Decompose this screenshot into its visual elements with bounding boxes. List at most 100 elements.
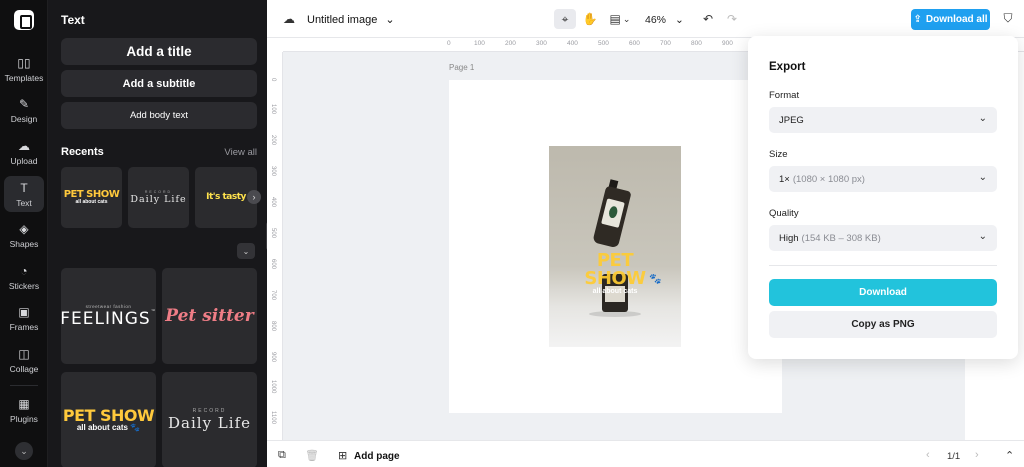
select-tool-icon[interactable]: ⌖ [554, 9, 576, 29]
rail-item-templates[interactable]: ▯▯ Templates [0, 56, 48, 94]
redo-icon[interactable]: ↷ [721, 9, 743, 29]
recent-its-tasty-title: It's tasty [206, 192, 246, 202]
editor-app: ▯▯ Templates ✎ Design ☁ Upload T Text ◈ … [0, 0, 1024, 467]
collapse-pages-icon[interactable]: ⌃ [1005, 449, 1014, 462]
prev-page-icon[interactable]: ‹ [926, 449, 930, 461]
zoom-control[interactable]: 46% ⌄ [645, 14, 684, 26]
ruler-left: 0 100 200 300 400 500 600 700 800 900 10… [267, 52, 283, 440]
copy-as-png-button[interactable]: Copy as PNG [769, 311, 997, 338]
rail-item-plugins[interactable]: ▦ Plugins [0, 397, 48, 435]
rail-item-text[interactable]: T Text [4, 176, 44, 212]
download-all-button[interactable]: ⇪ Download all [911, 9, 990, 30]
export-divider [769, 265, 997, 266]
rail-item-frames[interactable]: ▣ Frames [0, 305, 48, 343]
chevron-down-icon: ⌄ [978, 231, 987, 242]
ruler-tick: 600 [270, 259, 276, 270]
ruler-tick: 400 [270, 197, 276, 208]
size-select[interactable]: 1× (1080 × 1080 px) ⌄ [769, 166, 997, 192]
recent-pet-show-sub: all about cats [75, 198, 108, 205]
template-pet-show[interactable]: PET SHOW all about cats 🐾 [61, 372, 156, 467]
ruler-tick: 700 [270, 290, 276, 301]
rail-item-stickers[interactable]: ◔ Stickers [0, 264, 48, 302]
rail-label-collage: Collage [9, 364, 39, 374]
view-all-link[interactable]: View all [224, 147, 257, 158]
top-bar: ☁ Untitled image ⌄ ⌖ ✋ ▤ ⌄ 46% ⌄ ↶ ↷ ⇪ Dow… [267, 0, 1024, 38]
size-detail: (1080 × 1080 px) [792, 173, 865, 185]
template-pet-show-sub: all about cats 🐾 [77, 422, 141, 433]
size-value: 1× [779, 173, 790, 185]
page-counter: 1/1 [947, 451, 961, 462]
rail-label-plugins: Plugins [10, 414, 38, 424]
download-all-label: Download all [925, 14, 988, 25]
format-select[interactable]: JPEG ⌄ [769, 107, 997, 133]
app-logo[interactable] [14, 10, 34, 30]
bottle-label [601, 198, 625, 228]
ruler-tick: 300 [270, 166, 276, 177]
stickers-icon: ◔ [20, 264, 28, 278]
undo-icon[interactable]: ↶ [697, 9, 719, 29]
rail-item-collage[interactable]: ◫ Collage [0, 347, 48, 385]
paw-icon: 🐾 [130, 422, 141, 432]
shield-icon[interactable]: ⛉ [1000, 11, 1016, 27]
document-title[interactable]: Untitled image ⌄ [307, 13, 395, 26]
hand-tool-icon[interactable]: ✋ [579, 9, 601, 29]
add-page-button[interactable]: Add page [354, 451, 400, 462]
cloud-save-icon[interactable]: ☁ [278, 9, 300, 29]
ruler-tick: 700 [660, 40, 671, 47]
layout-menu-button[interactable]: ▤ ⌄ [605, 9, 635, 29]
next-page-icon[interactable]: › [975, 449, 979, 461]
chevron-down-icon: ⌄ [622, 13, 631, 24]
chevron-down-icon: ⌄ [385, 14, 395, 26]
quality-select[interactable]: High (154 KB – 308 KB) ⌄ [769, 225, 997, 251]
recents-next-arrow[interactable]: › [247, 190, 261, 204]
add-body-text-button[interactable]: Add body text [61, 102, 257, 129]
text-icon: T [20, 181, 28, 195]
template-feelings-tm: ™ [150, 308, 156, 315]
document-title-text: Untitled image [307, 14, 378, 26]
template-pet-sitter[interactable]: Pet sitter [162, 268, 257, 364]
ruler-tick: 500 [270, 228, 276, 239]
rail-expand-button[interactable]: ⌄ [15, 442, 33, 460]
template-feelings[interactable]: streetwear fashion FEELINGS™ [61, 268, 156, 364]
ruler-tick: 600 [629, 40, 640, 47]
recent-daily-life[interactable]: RECORD Daily Life [128, 167, 189, 228]
text-panel: Text Add a title Add a subtitle Add body… [48, 0, 267, 467]
ruler-tick: 400 [567, 40, 578, 47]
rail-label-design: Design [10, 114, 38, 124]
add-subtitle-button[interactable]: Add a subtitle [61, 70, 257, 97]
template-pet-show-title: PET SHOW [62, 405, 155, 425]
download-button[interactable]: Download [769, 279, 997, 306]
rail-item-design[interactable]: ✎ Design [0, 97, 48, 135]
rail-item-shapes[interactable]: ◈ Shapes [0, 222, 48, 260]
ruler-tick: 500 [598, 40, 609, 47]
size-label: Size [769, 149, 788, 160]
ruler-corner [267, 38, 283, 52]
chevron-down-icon: ⌄ [674, 14, 684, 26]
add-page-icon[interactable]: ⊞ [338, 449, 347, 462]
plugins-icon: ▦ [18, 397, 30, 411]
upload-icon: ⇪ [913, 14, 922, 25]
design-title: PET SHOW [584, 250, 646, 289]
recent-pet-show[interactable]: PET SHOW all about cats [61, 167, 122, 228]
layers-icon[interactable]: ⧉ [278, 449, 286, 462]
template-daily-life[interactable]: RECORD Daily Life [162, 372, 257, 467]
bottle [592, 185, 632, 249]
collapse-chevron-button[interactable]: ⌄ [237, 243, 255, 259]
quality-value: High [779, 232, 799, 244]
ruler-tick: 800 [691, 40, 702, 47]
ruler-tick: 200 [505, 40, 516, 47]
rail-item-upload[interactable]: ☁ Upload [0, 139, 48, 177]
design-text[interactable]: PET SHOW all about cats [571, 252, 659, 296]
page-label: Page 1 [449, 63, 475, 72]
export-popover: Export Format JPEG ⌄ Size 1× (1080 × 108… [748, 36, 1018, 359]
add-title-button[interactable]: Add a title [61, 38, 257, 65]
shapes-icon: ◈ [19, 222, 29, 236]
upload-icon: ☁ [18, 139, 30, 153]
ruler-tick: 100 [474, 40, 485, 47]
ruler-tick: 900 [270, 352, 276, 363]
trash-icon[interactable]: 🗑 [305, 449, 319, 462]
ruler-tick: 0 [447, 40, 451, 47]
ruler-tick: 200 [270, 135, 276, 146]
design-photo[interactable]: PET SHOW all about cats 🐾 [549, 146, 681, 347]
template-feelings-word: FEELINGS [61, 308, 151, 329]
